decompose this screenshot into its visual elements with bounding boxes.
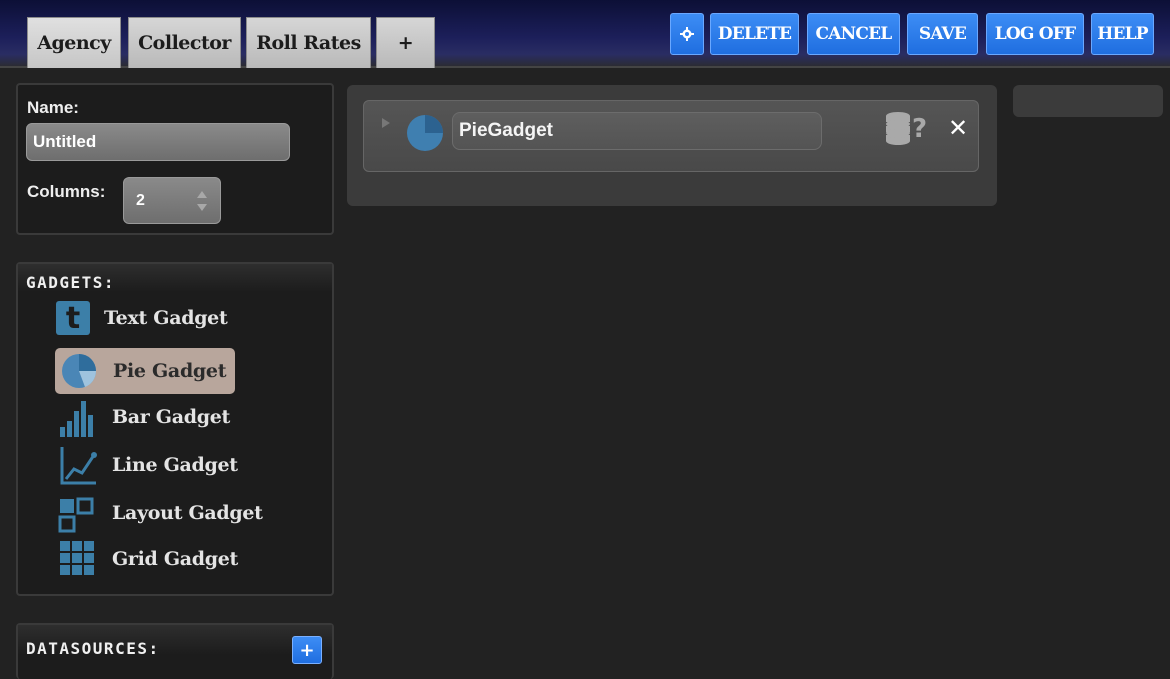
tab-add[interactable]: + [376, 17, 435, 68]
columns-value: 2 [136, 191, 145, 209]
gadget-item-bar[interactable]: Bar Gadget [52, 396, 252, 438]
gadget-item-pie[interactable]: Pie Gadget [55, 348, 235, 394]
gadget-label: Grid Gadget [112, 548, 239, 570]
tab-roll-rates[interactable]: Roll Rates [246, 17, 371, 68]
gadget-item-grid[interactable]: Grid Gadget [52, 538, 252, 580]
save-button[interactable]: SAVE [907, 13, 978, 55]
pie-chart-icon [62, 354, 97, 388]
log-off-button[interactable]: LOG OFF [986, 13, 1084, 55]
name-label: Name: [27, 98, 79, 117]
datasources-heading: DATASOURCES: [26, 639, 160, 658]
grid-icon [60, 541, 94, 575]
close-icon[interactable]: ✕ [948, 114, 968, 142]
stepper-arrows-icon[interactable] [196, 189, 208, 213]
layout-column-2 [1013, 85, 1163, 117]
help-question-icon[interactable]: ? [912, 114, 927, 144]
gadget-label: Layout Gadget [112, 502, 263, 524]
help-button[interactable]: HELP [1091, 13, 1154, 55]
gadget-label: Line Gadget [112, 454, 238, 476]
gear-icon [680, 27, 694, 41]
pie-chart-icon [407, 115, 443, 151]
add-datasource-button[interactable]: + [292, 636, 322, 664]
line-chart-icon [60, 447, 97, 485]
tab-collector[interactable]: Collector [128, 17, 241, 68]
cancel-button[interactable]: CANCEL [807, 13, 900, 55]
tab-agency[interactable]: Agency [27, 17, 121, 68]
settings-button[interactable] [670, 13, 704, 55]
expand-arrow-icon[interactable] [382, 118, 390, 128]
gadget-item-layout[interactable]: Layout Gadget [52, 492, 272, 534]
gadget-title-field[interactable]: PieGadget [452, 112, 822, 150]
bar-chart-icon [60, 401, 93, 437]
delete-button[interactable]: DELETE [710, 13, 799, 55]
layout-icon [58, 497, 94, 533]
gadget-item-text[interactable]: t Text Gadget [52, 297, 252, 339]
name-field[interactable]: Untitled [26, 123, 290, 161]
gadget-label: Pie Gadget [113, 360, 227, 382]
columns-stepper[interactable]: 2 [123, 177, 221, 224]
text-t-icon: t [56, 301, 90, 336]
gadgets-heading: GADGETS: [26, 273, 116, 292]
gadget-item-line[interactable]: Line Gadget [52, 444, 252, 486]
database-icon[interactable] [885, 111, 911, 147]
gadget-label: Bar Gadget [112, 406, 230, 428]
columns-label: Columns: [27, 182, 106, 201]
gadget-label: Text Gadget [104, 307, 228, 329]
